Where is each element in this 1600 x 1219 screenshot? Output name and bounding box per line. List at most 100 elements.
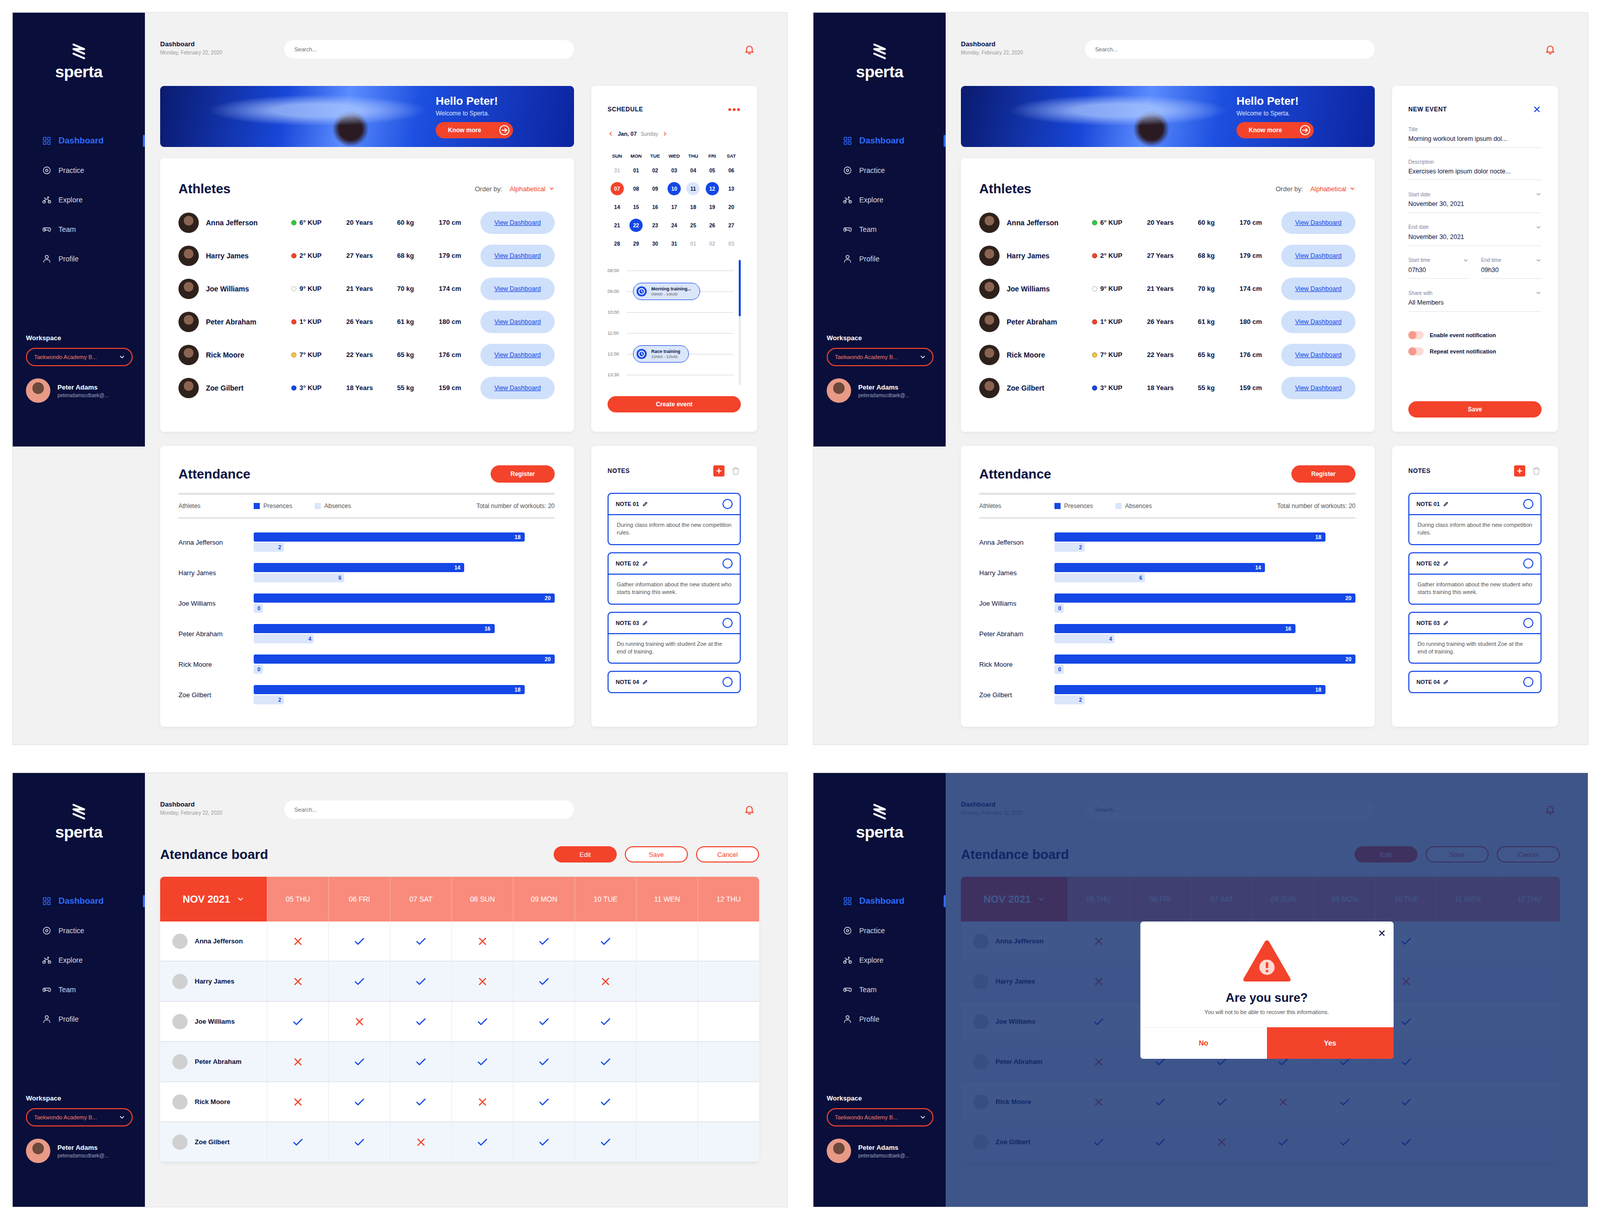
table-cell[interactable] <box>389 1001 452 1041</box>
table-cell[interactable] <box>574 1001 637 1041</box>
calendar-day[interactable]: 10 <box>664 179 684 198</box>
calendar-day[interactable]: 12 <box>702 179 722 198</box>
create-event-button[interactable]: Create event <box>607 396 741 413</box>
pencil-icon[interactable] <box>1442 560 1449 567</box>
bell-icon[interactable] <box>743 803 756 815</box>
calendar-day[interactable]: 03 <box>721 234 741 253</box>
pencil-icon[interactable] <box>642 619 649 626</box>
sidebar-item[interactable]: Practice <box>813 915 946 946</box>
sidebar-item[interactable]: Explore <box>12 185 145 215</box>
note-checkbox[interactable] <box>722 558 733 569</box>
sidebar-item[interactable]: Profile <box>12 244 145 274</box>
table-cell[interactable] <box>266 921 329 961</box>
note-checkbox[interactable] <box>1523 676 1534 687</box>
scrollbar-thumb[interactable] <box>738 259 741 317</box>
note-checkbox[interactable] <box>1523 617 1534 628</box>
view-dashboard-button[interactable]: View Dashboard <box>480 343 555 367</box>
logo[interactable]: sperta <box>12 42 145 81</box>
calendar-day[interactable]: 08 <box>626 179 646 198</box>
board-action-button[interactable]: Cancel <box>696 846 760 863</box>
table-cell[interactable] <box>636 921 698 961</box>
view-dashboard-button[interactable]: View Dashboard <box>1281 343 1356 367</box>
calendar-day[interactable]: 01 <box>626 161 646 180</box>
sidebar-item[interactable]: Profile <box>813 1004 946 1034</box>
table-cell[interactable] <box>328 1122 390 1162</box>
calendar-day[interactable]: 18 <box>683 197 703 217</box>
pencil-icon[interactable] <box>642 500 649 507</box>
calendar-day[interactable]: 28 <box>607 234 627 253</box>
table-cell[interactable] <box>266 1122 329 1162</box>
calendar-day[interactable]: 04 <box>683 161 703 180</box>
calendar-day[interactable]: 19 <box>702 197 722 217</box>
pencil-icon[interactable] <box>1442 678 1449 685</box>
sidebar-item[interactable]: Team <box>12 974 145 1005</box>
pencil-icon[interactable] <box>642 678 649 685</box>
calendar-day[interactable]: 05 <box>702 161 722 180</box>
table-cell[interactable] <box>574 961 637 1001</box>
toggle-row[interactable]: Repeat event notification <box>1408 343 1542 360</box>
sidebar-item[interactable]: Team <box>813 214 946 245</box>
text-field[interactable]: DescriptionExercises lorem ipsum dolor n… <box>1408 159 1542 181</box>
pencil-icon[interactable] <box>1442 619 1449 626</box>
table-cell[interactable] <box>328 1041 390 1081</box>
toggle-switch[interactable] <box>1408 347 1424 356</box>
note[interactable]: NOTE 03Do running training with student … <box>607 611 741 664</box>
note[interactable]: NOTE 01During class inform about the new… <box>607 492 741 546</box>
sidebar-item[interactable]: Explore <box>12 945 145 975</box>
table-cell[interactable] <box>328 1081 390 1122</box>
view-dashboard-button[interactable]: View Dashboard <box>1281 376 1356 400</box>
user-profile[interactable]: Peter Adamspeteradamscdtaek@... <box>25 378 133 403</box>
table-cell[interactable] <box>328 1001 390 1041</box>
view-dashboard-button[interactable]: View Dashboard <box>1281 310 1356 334</box>
sidebar-item[interactable]: Profile <box>813 244 946 274</box>
table-cell[interactable] <box>636 1041 698 1081</box>
sidebar-item[interactable]: Explore <box>813 185 946 215</box>
calendar-day[interactable]: 16 <box>645 197 665 217</box>
table-cell[interactable] <box>328 921 390 961</box>
calendar-day[interactable]: 01 <box>683 234 703 253</box>
register-button[interactable]: Register <box>1291 465 1356 483</box>
calendar-day[interactable]: 11 <box>683 179 703 198</box>
workspace-select[interactable]: Taekwondo Academy B... <box>826 1107 934 1127</box>
note[interactable]: NOTE 02Gather information about the new … <box>607 552 741 605</box>
logo[interactable]: sperta <box>12 802 145 841</box>
table-cell[interactable] <box>636 1001 698 1041</box>
view-dashboard-button[interactable]: View Dashboard <box>480 211 555 234</box>
table-cell[interactable] <box>574 1122 637 1162</box>
table-cell[interactable] <box>697 1001 760 1041</box>
pencil-icon[interactable] <box>642 560 649 567</box>
calendar-day[interactable]: 03 <box>664 161 684 180</box>
calendar-day[interactable]: 09 <box>645 179 665 198</box>
table-cell[interactable] <box>697 961 760 1001</box>
pencil-icon[interactable] <box>1442 500 1449 507</box>
note-checkbox[interactable] <box>722 498 733 509</box>
search-field[interactable]: Search... <box>284 40 575 59</box>
select-field[interactable]: End time09h30 <box>1481 257 1542 280</box>
view-dashboard-button[interactable]: View Dashboard <box>1281 244 1356 267</box>
select-field[interactable]: Start time07h30 <box>1408 257 1469 280</box>
bell-icon[interactable] <box>1544 43 1556 55</box>
workspace-select[interactable]: Taekwondo Academy B... <box>25 347 133 367</box>
select-field[interactable]: End dateNovember 30, 2021 <box>1408 224 1542 247</box>
table-cell[interactable] <box>389 961 452 1001</box>
board-action-button[interactable]: Save <box>624 846 688 863</box>
sidebar-item[interactable]: Practice <box>12 915 145 946</box>
select-field[interactable]: Share withAll Members <box>1408 289 1542 312</box>
table-cell[interactable] <box>389 1041 452 1081</box>
calendar-day[interactable]: 31 <box>664 234 684 253</box>
calendar-day[interactable]: 29 <box>626 234 646 253</box>
calendar-day[interactable]: 26 <box>702 216 722 235</box>
trash-icon[interactable] <box>730 465 741 476</box>
table-cell[interactable] <box>636 961 698 1001</box>
table-cell[interactable] <box>697 1041 760 1081</box>
table-cell[interactable] <box>266 1081 329 1122</box>
scrollbar[interactable] <box>738 259 741 385</box>
table-cell[interactable] <box>451 1081 513 1122</box>
calendar-day[interactable]: 24 <box>664 216 684 235</box>
user-profile[interactable]: Peter Adamspeteradamscdtaek@... <box>826 378 934 403</box>
table-cell[interactable] <box>512 961 575 1001</box>
order-by[interactable]: Order by:Alphabetical <box>474 185 555 193</box>
table-cell[interactable] <box>512 1041 575 1081</box>
more-icon[interactable] <box>727 107 741 112</box>
sidebar-item[interactable]: Practice <box>12 155 145 186</box>
